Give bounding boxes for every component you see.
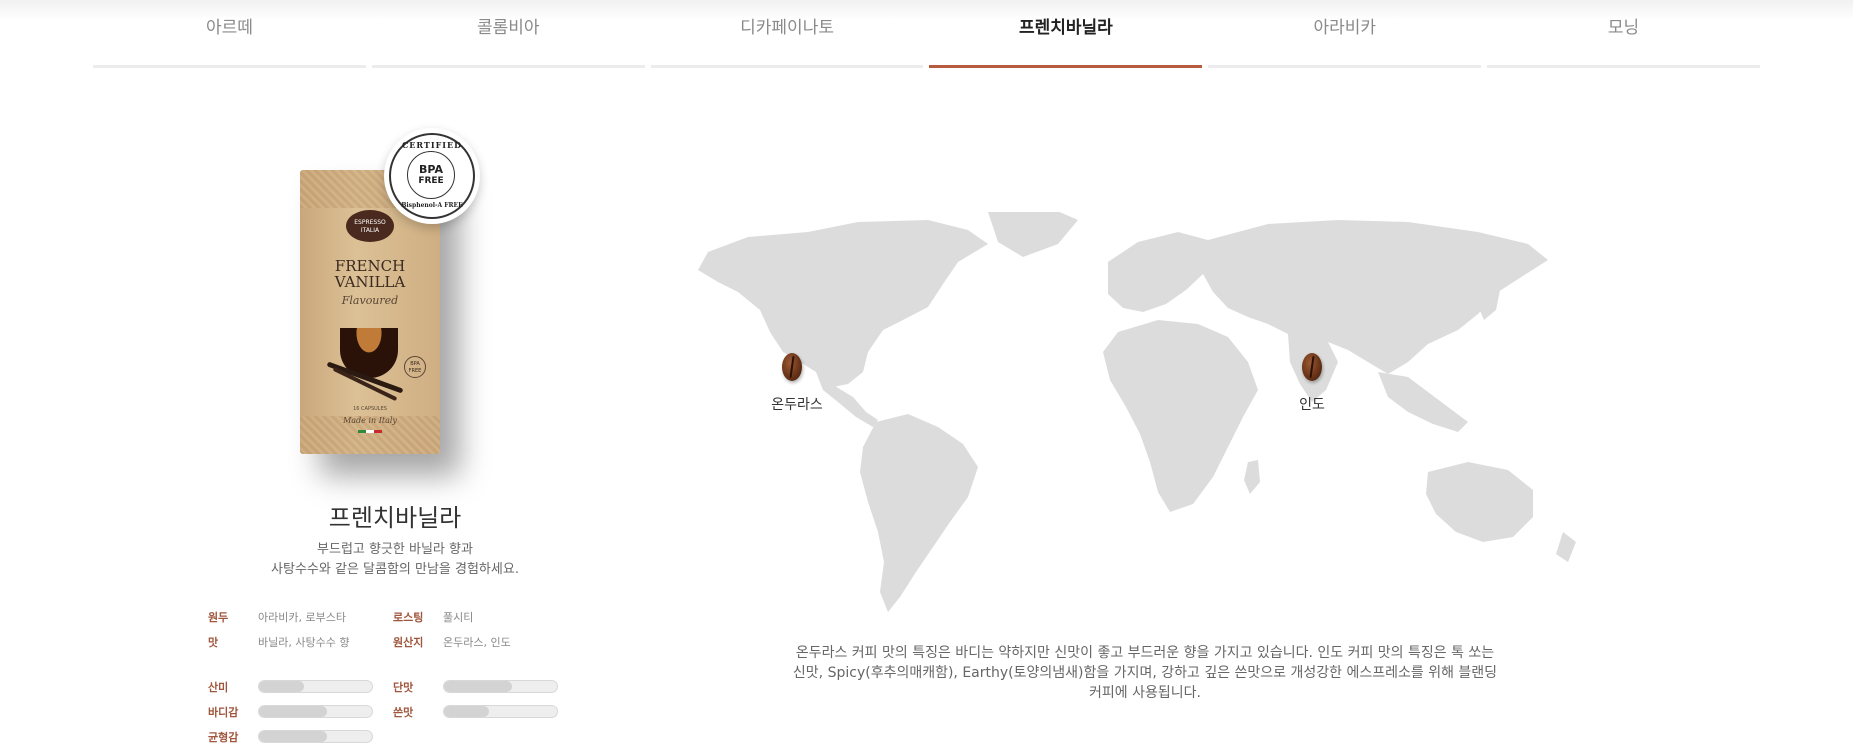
coffee-bean-marker-india[interactable] bbox=[1302, 353, 1322, 381]
rating-bar-balance bbox=[258, 730, 373, 743]
rating-fill bbox=[444, 681, 512, 692]
rating-bar-sweetness bbox=[443, 680, 558, 693]
rating-label-bitterness: 쓴맛 bbox=[393, 705, 414, 719]
rating-label-sweetness: 단맛 bbox=[393, 680, 414, 694]
spec-value-bean: 아라비카, 로부스타 bbox=[258, 610, 346, 624]
product-tabs: 아르떼 콜롬비아 디카페이나토 프렌치바닐라 아라비카 모닝 bbox=[93, 0, 1760, 70]
coffee-bean-marker-honduras[interactable] bbox=[782, 353, 802, 381]
rating-label-balance: 균형감 bbox=[208, 730, 239, 744]
rating-row: 산미 단맛 bbox=[208, 674, 578, 699]
package-sub: Flavoured bbox=[341, 294, 399, 307]
continent-madagascar bbox=[1244, 460, 1260, 494]
tab-morning[interactable]: 모닝 bbox=[1487, 0, 1760, 68]
badge-main: BPA bbox=[419, 163, 443, 176]
continent-europe bbox=[1108, 232, 1218, 312]
rating-fill bbox=[259, 731, 327, 742]
description-line: 사탕수수와 같은 달콤함의 만남을 경험하세요. bbox=[271, 562, 519, 577]
badge-main2: FREE bbox=[418, 176, 444, 186]
tab-arabica[interactable]: 아라비카 bbox=[1208, 0, 1482, 68]
spec-value-taste: 바닐라, 사탕수수 향 bbox=[258, 635, 350, 649]
continent-south-america bbox=[860, 414, 978, 612]
product-description: 부드럽고 향긋한 바닐라 향과 사탕수수와 같은 달콤함의 만남을 경험하세요. bbox=[200, 540, 590, 580]
continent-africa bbox=[1103, 320, 1258, 512]
product-panel: ESPRESSO ITALIA FRENCH VANILLA Flavoured… bbox=[200, 120, 590, 755]
bpa-free-badge: CERTIFIED BPA FREE Bisphenol-A FREE bbox=[384, 128, 480, 224]
badge-top-text: CERTIFIED bbox=[401, 140, 463, 150]
package-capsules: 16 CAPSULES bbox=[353, 406, 387, 412]
rating-fill bbox=[259, 706, 327, 717]
continent-australia bbox=[1426, 462, 1533, 542]
spec-value-roast: 풀시티 bbox=[443, 610, 474, 624]
badge-bottom-text: Bisphenol-A FREE bbox=[401, 202, 463, 209]
spec-label-taste: 맛 bbox=[208, 635, 219, 649]
rating-fill bbox=[259, 681, 305, 692]
product-specs: 원두 아라비카, 로부스타 로스팅 풀시티 맛 바닐라, 사탕수수 향 원산지 … bbox=[208, 604, 578, 749]
spec-row: 맛 바닐라, 사탕수수 향 원산지 온두라스, 인도 bbox=[208, 629, 578, 654]
italy-flag-icon bbox=[358, 430, 382, 433]
continent-greenland bbox=[988, 212, 1078, 257]
rating-label-acidity: 산미 bbox=[208, 680, 229, 694]
tab-french-vanilla[interactable]: 프렌치바닐라 bbox=[929, 0, 1203, 68]
spec-value-origin: 온두라스, 인도 bbox=[443, 635, 511, 649]
spec-label-roast: 로스팅 bbox=[393, 610, 424, 624]
package-seal: BPA FREE bbox=[404, 356, 426, 378]
tab-decaffeinato[interactable]: 디카페이나토 bbox=[650, 0, 924, 68]
tab-arte[interactable]: 아르떼 bbox=[93, 0, 366, 68]
badge-center: BPA FREE bbox=[407, 151, 455, 199]
spec-label-bean: 원두 bbox=[208, 610, 229, 624]
tab-colombia[interactable]: 콜롬비아 bbox=[371, 0, 645, 68]
description-line: 부드럽고 향긋한 바닐라 향과 bbox=[317, 542, 473, 557]
rating-bar-acidity bbox=[258, 680, 373, 693]
continent-new-zealand bbox=[1556, 532, 1576, 562]
rating-bar-bitterness bbox=[443, 705, 558, 718]
world-map bbox=[698, 212, 1576, 612]
product-title: 프렌치바닐라 bbox=[328, 504, 462, 532]
rating-fill bbox=[444, 706, 490, 717]
spec-label-origin: 원산지 bbox=[393, 635, 424, 649]
rating-bar-body bbox=[258, 705, 373, 718]
origin-label-india: 인도 bbox=[1299, 397, 1325, 413]
brand-logo: ESPRESSO ITALIA bbox=[346, 210, 394, 242]
continent-southeast-asia bbox=[1378, 372, 1468, 432]
rating-row: 균형감 bbox=[208, 724, 578, 749]
continent-north-america bbox=[698, 220, 988, 388]
origin-description: 온두라스 커피 맛의 특징은 바디는 약하지만 신맛이 좋고 부드러운 향을 가… bbox=[792, 645, 1498, 701]
origin-label-honduras: 온두라스 bbox=[771, 397, 823, 413]
rating-row: 바디감 쓴맛 bbox=[208, 699, 578, 724]
rating-label-body: 바디감 bbox=[208, 705, 239, 719]
package-name: FRENCH VANILLA bbox=[334, 257, 406, 291]
package-origin: Made in Italy bbox=[343, 416, 397, 425]
spec-row: 원두 아라비카, 로부스타 로스팅 풀시티 bbox=[208, 604, 578, 629]
